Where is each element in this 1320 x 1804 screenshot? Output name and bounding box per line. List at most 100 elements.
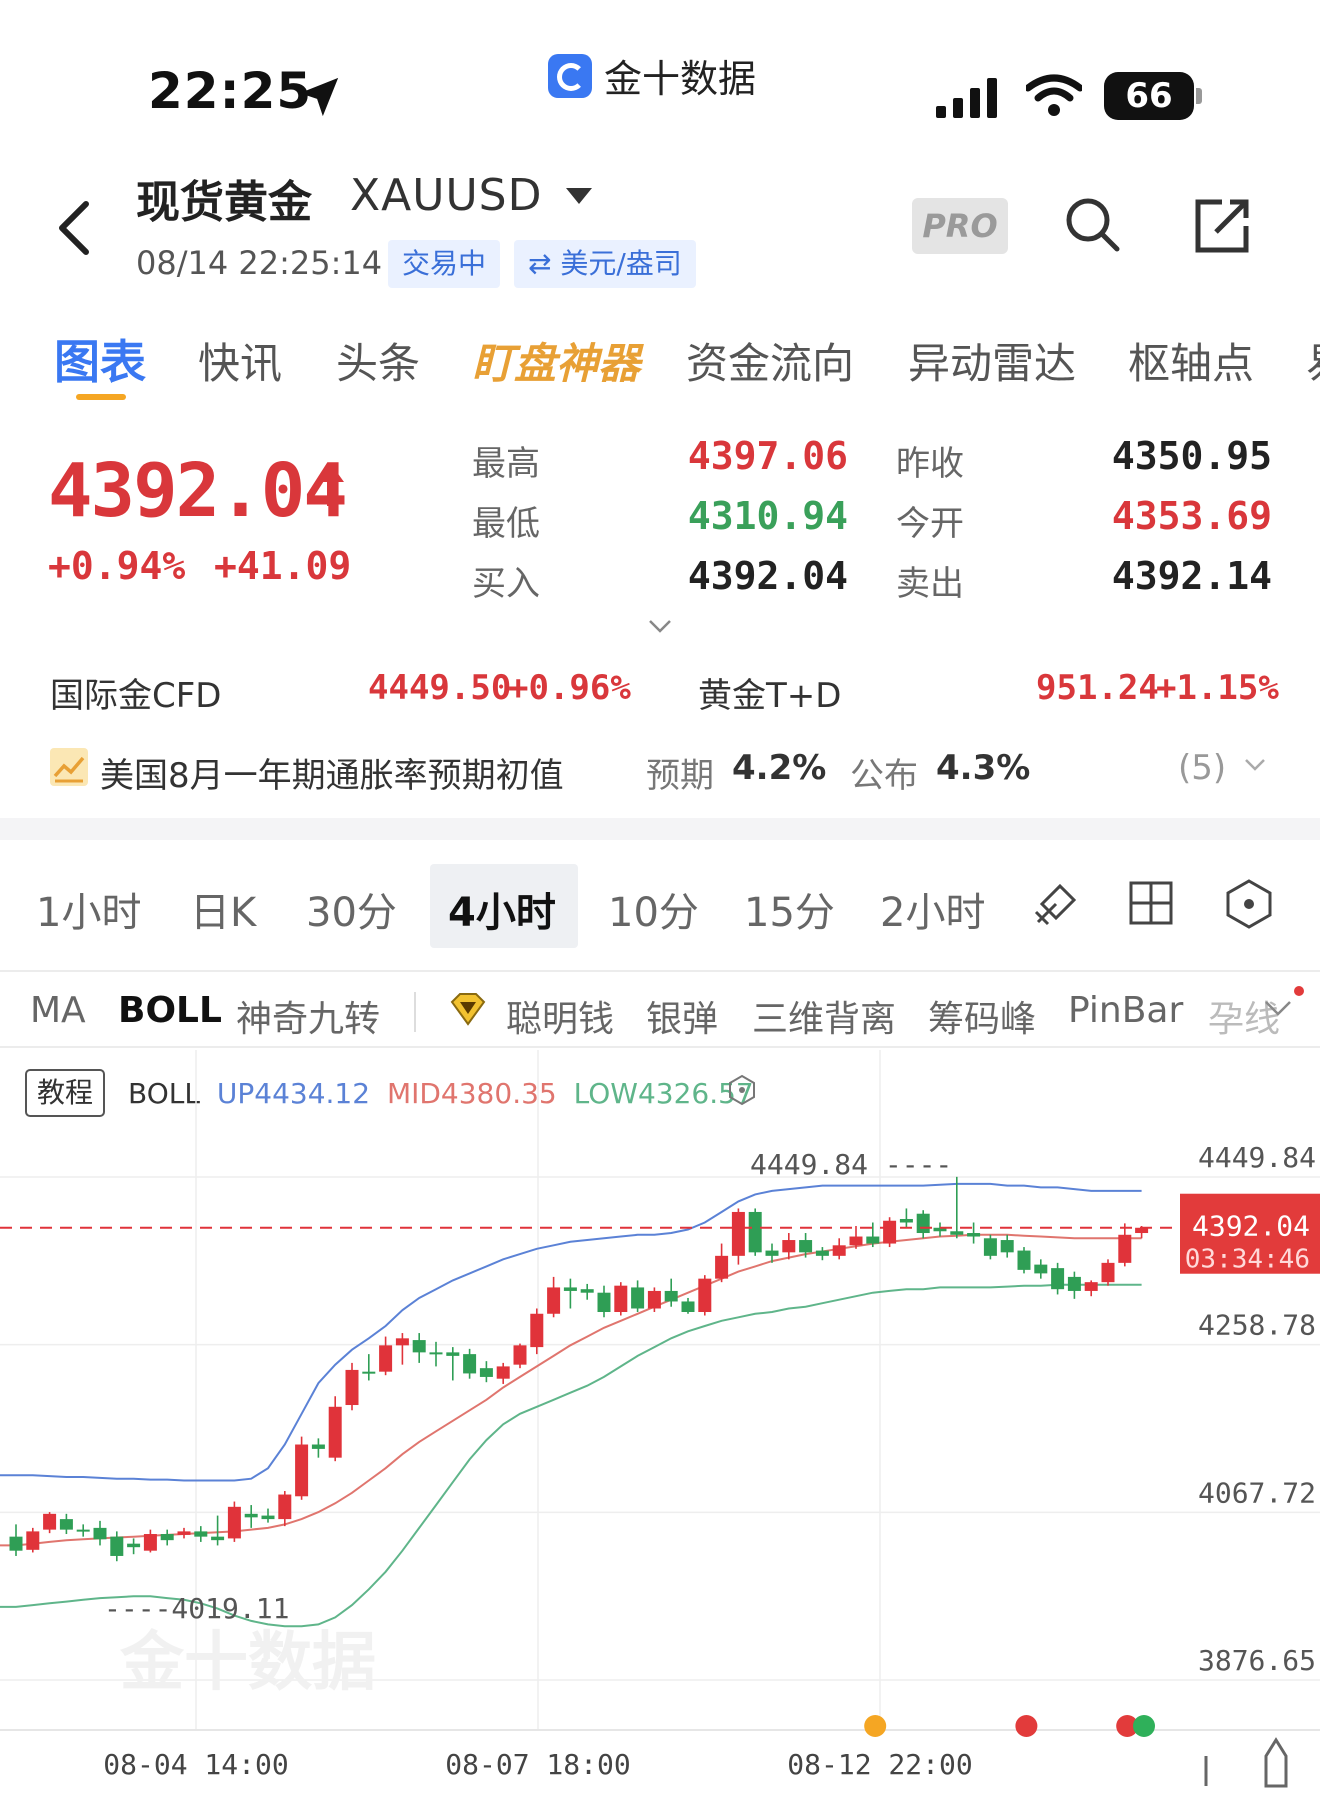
countdown-label: 03:34:46 <box>1185 1245 1310 1275</box>
candle-body <box>849 1236 863 1246</box>
ask-label: 卖出 <box>896 564 964 604</box>
caret-down-icon[interactable] <box>566 188 592 204</box>
candle-body <box>227 1506 241 1539</box>
indicator-nine-turn[interactable]: 神奇九转 <box>236 990 380 1042</box>
candle-body <box>967 1233 981 1237</box>
candle-body <box>395 1338 409 1346</box>
candle-body <box>664 1290 678 1302</box>
candle-body <box>563 1287 577 1291</box>
period-15m[interactable]: 15分 <box>744 880 835 938</box>
battery-tip <box>1196 88 1202 104</box>
chevron-down-icon[interactable] <box>1244 758 1266 772</box>
draw-tool-icon[interactable] <box>1030 878 1082 930</box>
indicator-boll[interactable]: BOLL <box>118 990 222 1031</box>
pro-button[interactable]: PRO <box>912 198 1008 254</box>
tab-chart[interactable]: 图表 <box>54 326 146 392</box>
x-axis-tick-label: 08-12 22:00 <box>787 1748 972 1781</box>
min-price-annotation: ----4019.11 <box>104 1592 289 1625</box>
indicator-ma[interactable]: MA <box>30 990 86 1031</box>
period-30m[interactable]: 30分 <box>306 880 397 938</box>
period-daily[interactable]: 日K <box>190 880 256 938</box>
economic-event-title[interactable]: 美国8月一年期通胀率预期初值 <box>100 748 564 797</box>
candle-body <box>1101 1262 1115 1283</box>
current-price: 4392.04 <box>48 448 348 534</box>
indicator-divergence[interactable]: 三维背离 <box>752 990 896 1042</box>
high-label: 最高 <box>472 444 540 484</box>
active-tab-indicator <box>76 394 126 400</box>
candle-body <box>295 1444 309 1497</box>
candle-body <box>59 1519 73 1530</box>
chevron-down-icon[interactable] <box>648 618 672 634</box>
ticker-td-change: +1.15% <box>1156 668 1279 708</box>
current-price-label: 4392.04 <box>1192 1210 1310 1243</box>
indicator-chip-peak[interactable]: 筹码峰 <box>928 990 1036 1042</box>
tab-monitor[interactable]: 盯盘神器 <box>472 330 640 391</box>
share-icon[interactable] <box>1192 196 1252 256</box>
period-10m[interactable]: 10分 <box>608 880 699 938</box>
event-marker[interactable] <box>1015 1715 1038 1737</box>
indicator-silver-bullet[interactable]: 银弹 <box>646 990 718 1042</box>
prev-close-label: 昨收 <box>896 444 964 484</box>
period-4h[interactable]: 4小时 <box>448 880 556 938</box>
candle-body <box>110 1536 124 1556</box>
app-badge[interactable]: 金十数据 <box>548 48 756 103</box>
ticker-td-label[interactable]: 黄金T+D <box>698 668 841 717</box>
candle-body <box>177 1531 191 1535</box>
tab-headlines[interactable]: 头条 <box>336 330 420 391</box>
candle-body <box>211 1536 225 1541</box>
period-1h[interactable]: 1小时 <box>36 880 141 938</box>
app-name: 金十数据 <box>604 57 757 101</box>
candle-body <box>614 1285 628 1313</box>
location-arrow-icon <box>299 77 339 117</box>
tab-pivot[interactable]: 枢轴点 <box>1128 330 1254 391</box>
candle-body <box>362 1371 376 1374</box>
candle-body <box>496 1366 510 1379</box>
candle-body <box>731 1211 745 1256</box>
prev-close-value: 4350.95 <box>1111 434 1272 478</box>
candle-body <box>631 1287 645 1309</box>
tab-news[interactable]: 快讯 <box>198 330 282 391</box>
candle-body <box>1067 1276 1081 1291</box>
candle-body <box>311 1444 325 1449</box>
notification-dot <box>1294 986 1304 996</box>
tab-capital-flow[interactable]: 资金流向 <box>686 330 854 391</box>
indicator-smart-money[interactable]: 聪明钱 <box>506 990 614 1042</box>
x-axis-tick-label: 08-04 14:00 <box>103 1748 288 1781</box>
actual-label: 公布 <box>850 756 918 796</box>
candle-body <box>647 1290 661 1309</box>
chevron-down-icon[interactable] <box>1264 1000 1292 1018</box>
event-marker[interactable] <box>1133 1715 1155 1737</box>
candle-body <box>715 1255 729 1279</box>
candlestick-chart[interactable]: 教程 BOLL UP4434.12 MID4380.35 LOW4326.57 … <box>0 1050 1320 1804</box>
ticker-td-value: 951.24 <box>1036 668 1159 708</box>
candle-body <box>93 1527 107 1540</box>
indicator-pinbar[interactable]: PinBar <box>1068 990 1183 1031</box>
tab-more[interactable]: 易 <box>1306 330 1320 391</box>
ticker-cfd-label[interactable]: 国际金CFD <box>50 668 221 717</box>
tab-radar[interactable]: 异动雷达 <box>908 330 1076 391</box>
instrument-symbol[interactable]: XAUUSD <box>350 170 542 221</box>
settings-icon[interactable] <box>1224 878 1274 930</box>
open-label: 今开 <box>896 504 964 544</box>
change-absolute: +41.09 <box>214 544 352 588</box>
candles <box>9 1176 1149 1562</box>
candle-body <box>194 1531 208 1537</box>
back-arrow-icon[interactable] <box>50 198 100 258</box>
candle-body <box>832 1245 846 1256</box>
candle-body <box>698 1278 712 1313</box>
candle-body <box>1051 1268 1065 1290</box>
period-2h[interactable]: 2小时 <box>880 880 985 938</box>
event-count[interactable]: (5) <box>1178 748 1226 788</box>
candle-body <box>950 1231 964 1235</box>
search-icon[interactable] <box>1062 194 1122 254</box>
event-marker[interactable] <box>864 1715 887 1737</box>
currency-toggle[interactable]: ⇄ 美元/盎司 <box>514 240 696 288</box>
boll-legend-name: BOLL <box>128 1077 200 1110</box>
boll-legend-middle: MID4380.35 <box>387 1077 557 1110</box>
layout-grid-icon[interactable] <box>1128 880 1174 926</box>
candle-body <box>883 1220 897 1244</box>
max-price-annotation: 4449.84 ---- <box>750 1148 952 1181</box>
candle-body <box>143 1534 157 1551</box>
candle-body <box>345 1369 359 1406</box>
ask-value: 4392.14 <box>1111 554 1272 598</box>
